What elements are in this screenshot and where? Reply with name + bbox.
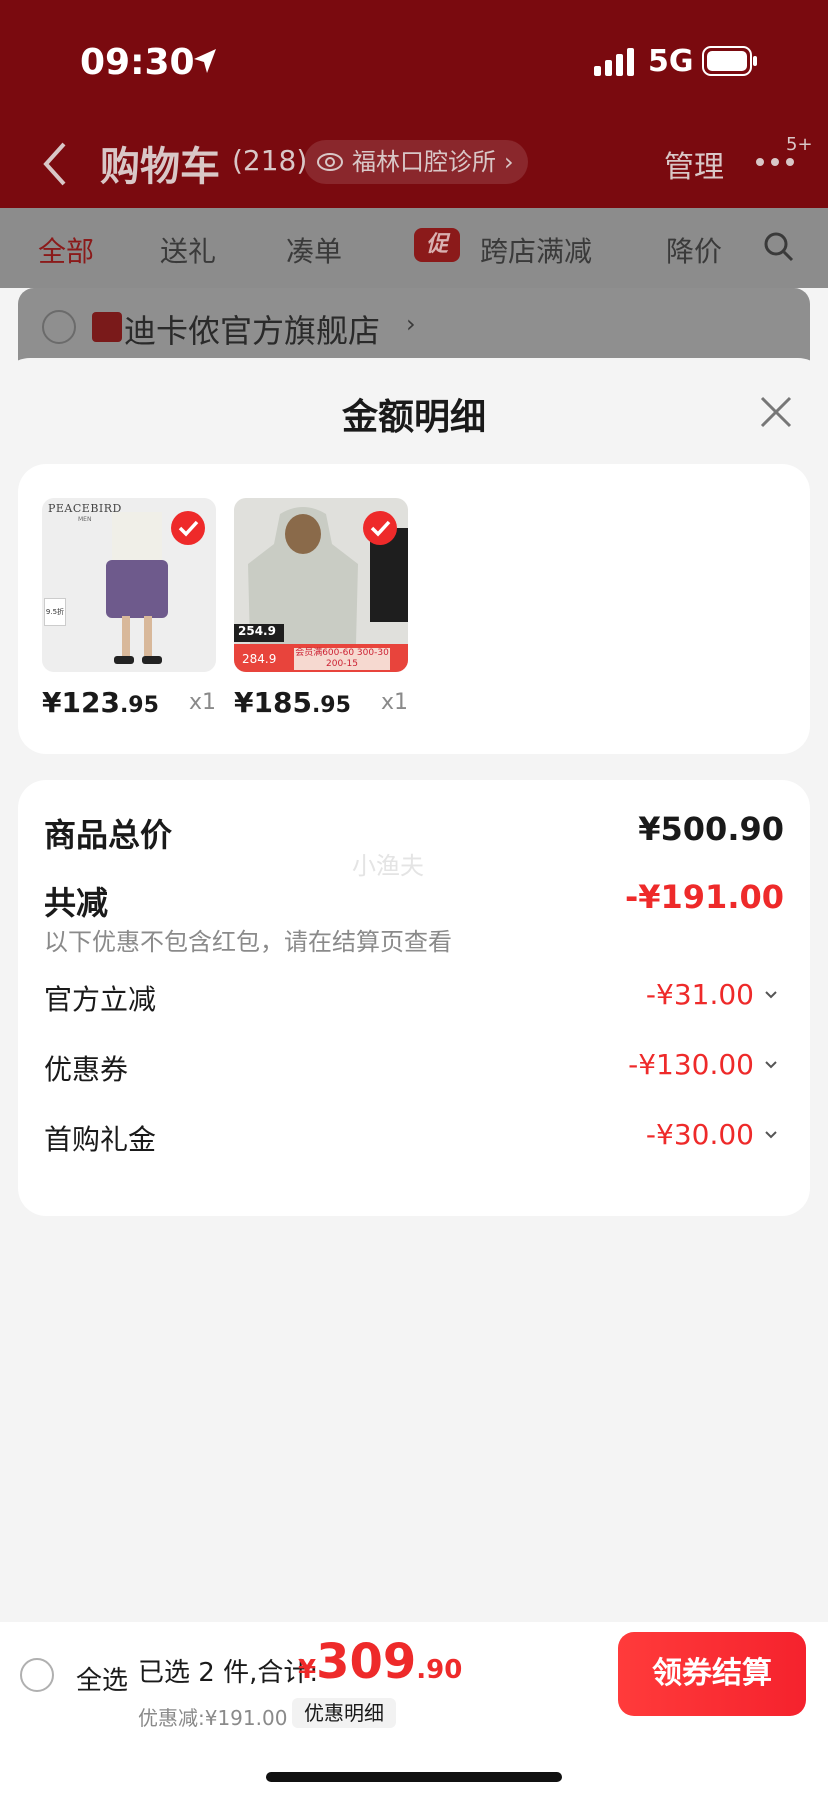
checkout-bar: 全选 已选 2 件,合计: ¥309.90 优惠减:¥191.00 优惠明细 领…	[0, 1622, 828, 1796]
product-price: ¥185.95	[234, 686, 351, 719]
chevron-down-icon[interactable]	[764, 1060, 778, 1070]
status-bar: 09:30 5G	[0, 0, 828, 120]
watermark: 小渔夫	[352, 852, 424, 880]
eye-icon	[317, 153, 343, 171]
page-title: 购物车	[100, 144, 220, 190]
product-qty: x1	[188, 690, 216, 715]
discount-detail-button[interactable]: 优惠明细	[292, 1698, 396, 1728]
saved-amount: 优惠减:¥191.00	[138, 1706, 288, 1730]
status-time: 09:30	[80, 42, 195, 83]
address-text: 福林口腔诊所	[352, 148, 496, 176]
chevron-right-icon: ›	[504, 148, 514, 176]
promo-bar: 284.9 会员满600-60 300-30 200-15	[234, 644, 408, 672]
store-name[interactable]: 迪卡侬官方旗舰店	[124, 306, 380, 352]
total-price: ¥309.90	[298, 1634, 463, 1690]
network-label: 5G	[648, 44, 694, 79]
product-price: ¥123.95	[42, 686, 159, 719]
signal-icon	[594, 48, 634, 76]
reduce-note: 以下优惠不包含红包，请在结算页查看	[44, 928, 452, 956]
jacket-figure	[248, 507, 358, 644]
back-icon[interactable]	[40, 140, 70, 188]
sheet-title: 金额明细	[341, 397, 486, 438]
store-row: 迪卡侬官方旗舰店 ›	[18, 288, 810, 368]
discount-label: 优惠券	[44, 1053, 129, 1086]
product-qty: x1	[380, 690, 408, 715]
product-item[interactable]: PEACEBIRD MEN 9.5折 ¥123.95 x1	[42, 498, 216, 726]
tab-bundle[interactable]: 凑单	[286, 230, 342, 270]
total-label: 商品总价	[44, 816, 173, 854]
promo-note: 会员满600-60 300-30 200-15	[294, 648, 390, 670]
price-row: ¥123.95 x1	[42, 686, 216, 726]
promo-price-original: 284.9	[242, 652, 277, 666]
more-badge: 5+	[786, 134, 813, 155]
check-icon[interactable]	[170, 510, 206, 546]
search-icon[interactable]	[762, 230, 794, 262]
discount-value[interactable]: -¥31.00	[646, 978, 754, 1011]
battery-icon	[702, 46, 757, 76]
tab-gift[interactable]: 送礼	[160, 230, 216, 270]
chevron-down-icon[interactable]	[764, 990, 778, 1000]
more-icon[interactable]	[754, 156, 796, 168]
chevron-down-icon[interactable]	[764, 1130, 778, 1140]
manage-button[interactable]: 管理	[664, 142, 724, 186]
tab-all[interactable]: 全部	[38, 230, 94, 270]
discount-label: 官方立减	[44, 983, 157, 1016]
price-summary-card: 小渔夫 商品总价 ¥500.90 共减 -¥191.00 以下优惠不包含红包，请…	[18, 780, 810, 1216]
address-pill[interactable]: 福林口腔诊所 ›	[304, 140, 528, 184]
chevron-right-icon: ›	[406, 310, 416, 338]
selected-count: 已选 2 件,合计:	[138, 1658, 319, 1688]
tab-cross-store[interactable]: 跨店满减	[480, 230, 592, 270]
product-item[interactable]: 254.9 284.9 会员满600-60 300-30 200-15 ¥185…	[234, 498, 408, 726]
cart-nav-bar: 购物车 (218) 福林口腔诊所 › 管理 5+	[0, 120, 828, 208]
product-image: PEACEBIRD MEN 9.5折	[42, 498, 216, 672]
close-icon[interactable]	[756, 392, 796, 432]
total-value: ¥500.90	[638, 810, 784, 848]
store-logo	[92, 312, 122, 342]
location-arrow-icon	[194, 49, 216, 73]
store-select-radio[interactable]	[42, 310, 76, 344]
discount-value[interactable]: -¥30.00	[646, 1118, 754, 1151]
tab-price-drop[interactable]: 降价	[666, 230, 722, 270]
tab-bar: 全部 送礼 凑单 促 跨店满减 降价	[0, 208, 828, 288]
promo-price: 254.9	[234, 624, 284, 642]
product-image: 254.9 284.9 会员满600-60 300-30 200-15	[234, 498, 408, 672]
check-icon[interactable]	[362, 510, 398, 546]
select-all-radio[interactable]	[20, 1658, 54, 1692]
discount-value[interactable]: -¥130.00	[628, 1048, 754, 1081]
price-row: ¥185.95 x1	[234, 686, 408, 726]
reduce-label: 共减	[44, 884, 109, 922]
reduce-value: -¥191.00	[624, 878, 784, 916]
cart-count: (218)	[232, 144, 308, 177]
discount-tag: 9.5折	[44, 598, 66, 626]
promo-badge: 促	[414, 228, 460, 262]
amount-detail-sheet: 金额明细 PEACEBIRD MEN 9.5折 ¥123.95 x1 254.9…	[0, 358, 828, 1796]
products-card: PEACEBIRD MEN 9.5折 ¥123.95 x1 254.9 284.…	[18, 464, 810, 754]
checkout-button[interactable]: 领券结算	[618, 1632, 806, 1716]
select-all-label[interactable]: 全选	[76, 1660, 128, 1697]
home-indicator	[266, 1772, 562, 1782]
discount-label: 首购礼金	[44, 1123, 157, 1156]
